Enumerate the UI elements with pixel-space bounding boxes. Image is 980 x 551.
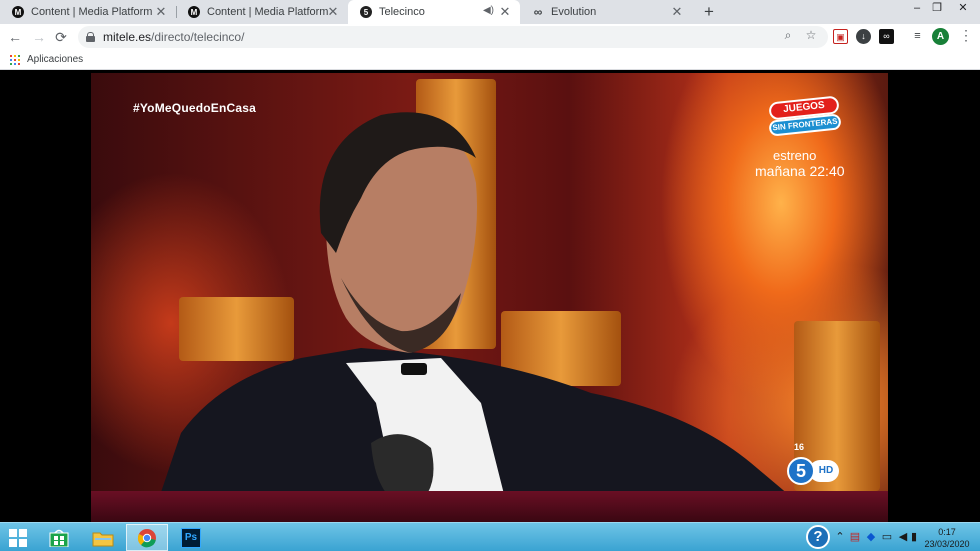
- taskbar-explorer[interactable]: [82, 524, 124, 551]
- page-content: #YoMeQuedoEnCasa JUEGOS SIN FRONTERAS es…: [0, 71, 980, 522]
- tray-dropbox-icon[interactable]: ◆: [865, 529, 877, 545]
- evolution-favicon-icon: ∞: [533, 5, 543, 19]
- close-tab-icon[interactable]: ✕: [154, 5, 168, 19]
- promo-estreno-text: estreno: [773, 148, 817, 163]
- bookmark-star-icon[interactable]: ☆: [803, 27, 819, 43]
- store-icon: [49, 529, 69, 547]
- queue-extension-icon[interactable]: ≡: [910, 29, 925, 44]
- sofa-backdrop: [91, 491, 888, 522]
- clock-time: 0:17: [938, 527, 956, 537]
- bookmarks-bar: Aplicaciones: [0, 50, 980, 70]
- tab-strip: M Content | Media Platform ✕ M Content |…: [0, 0, 980, 24]
- new-tab-button[interactable]: +: [700, 2, 718, 22]
- tray-pdf-icon[interactable]: ▤: [849, 529, 861, 545]
- hashtag-overlay: #YoMeQuedoEnCasa: [133, 101, 257, 115]
- bookmark-aplicaciones[interactable]: Aplicaciones: [27, 54, 83, 65]
- apps-grid-icon[interactable]: [10, 55, 20, 65]
- chrome-icon: [137, 528, 156, 547]
- help-question-icon[interactable]: ?: [806, 525, 830, 549]
- windows-taskbar: Ps ? ⌃ ▤ ◆ ▭ ◀ ▮ 0:17 23/03/2020: [0, 522, 980, 551]
- close-tab-icon[interactable]: ✕: [670, 5, 684, 19]
- zoom-search-icon[interactable]: ⌕: [780, 27, 796, 43]
- juegos-sin-fronteras-logo: JUEGOS SIN FRONTERAS: [768, 95, 842, 141]
- tab-content-media-platform-2[interactable]: M Content | Media Platform ✕: [176, 0, 348, 24]
- tab-telecinco[interactable]: 5 Telecinco ◀) ✕: [348, 0, 520, 24]
- tab-content-media-platform-1[interactable]: M Content | Media Platform ✕: [0, 0, 176, 24]
- live-video-player[interactable]: #YoMeQuedoEnCasa JUEGOS SIN FRONTERAS es…: [91, 73, 888, 522]
- pocket-extension-icon[interactable]: ▣: [833, 29, 848, 44]
- lock-icon[interactable]: [86, 32, 95, 42]
- url-host: mitele.es: [103, 30, 152, 44]
- menu-kebab-icon[interactable]: ⋮: [958, 27, 974, 43]
- age-rating-badge: 16: [794, 442, 805, 452]
- presenter-image: [151, 112, 821, 522]
- reload-button[interactable]: ⟳: [52, 28, 70, 46]
- media-platform-favicon-icon: M: [12, 6, 24, 18]
- folder-icon: [92, 532, 114, 546]
- telecinco-favicon-icon: 5: [360, 6, 372, 18]
- tab-title: Evolution: [551, 6, 597, 18]
- forward-button[interactable]: →: [30, 28, 48, 46]
- tab-title: Content | Media Platform: [31, 6, 153, 18]
- close-tab-icon[interactable]: ✕: [326, 5, 340, 19]
- start-button[interactable]: [0, 524, 36, 551]
- speaker-icon[interactable]: ◀): [483, 5, 494, 16]
- photoshop-icon: Ps: [181, 527, 201, 548]
- taskbar-store[interactable]: [38, 524, 80, 551]
- tray-signal-icon[interactable]: ▮: [908, 529, 920, 545]
- media-platform-favicon-icon: M: [188, 6, 200, 18]
- taskbar-chrome[interactable]: [126, 524, 168, 551]
- promo-time-text: mañana 22:40: [755, 163, 845, 179]
- screen: M Content | Media Platform ✕ M Content |…: [0, 0, 980, 551]
- maximize-button[interactable]: ❐: [924, 0, 950, 18]
- close-tab-icon[interactable]: ✕: [498, 5, 512, 19]
- address-bar[interactable]: mitele.es/directo/telecinco/: [78, 26, 828, 48]
- tray-chevron-icon[interactable]: ⌃: [834, 529, 846, 545]
- channel-number: 5: [787, 457, 815, 485]
- taskbar-clock[interactable]: 0:17 23/03/2020: [920, 526, 974, 550]
- tab-evolution[interactable]: ∞ Evolution ✕: [520, 0, 692, 24]
- windows-logo-icon: [9, 528, 27, 547]
- infinity-extension-icon[interactable]: ∞: [879, 29, 894, 44]
- tray-network-icon[interactable]: ▭: [881, 529, 893, 545]
- profile-avatar[interactable]: A: [932, 28, 949, 45]
- back-button[interactable]: ←: [6, 28, 24, 46]
- clock-date: 23/03/2020: [924, 539, 970, 549]
- download-extension-icon[interactable]: ↓: [856, 29, 871, 44]
- taskbar-photoshop[interactable]: Ps: [170, 524, 212, 551]
- tab-title: Telecinco: [379, 6, 425, 18]
- telecinco-hd-logo: HD 5: [787, 457, 841, 487]
- tab-title: Content | Media Platform: [207, 6, 329, 18]
- browser-toolbar: ← → ⟳ mitele.es/directo/telecinco/ ⌕ ☆ ▣…: [0, 24, 980, 50]
- url-path: /directo/telecinco/: [151, 30, 245, 44]
- close-window-button[interactable]: ✕: [950, 0, 976, 18]
